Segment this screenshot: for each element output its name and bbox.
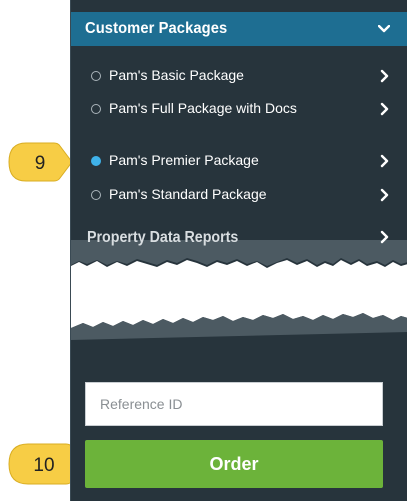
callout-9-number: 9 [35,153,46,174]
order-button[interactable]: Order [85,440,383,488]
torn-page-divider [71,240,407,360]
package-label: Pam's Full Package with Docs [109,100,297,116]
package-item-basic[interactable]: Pam's Basic Package [71,66,407,86]
package-item-full[interactable]: Pam's Full Package with Docs [71,99,407,135]
package-label: Pam's Standard Package [109,186,267,202]
chevron-down-icon[interactable] [378,25,390,33]
radio-unselected-icon[interactable] [91,190,101,200]
package-label: Pam's Premier Package [109,152,259,168]
chevron-right-icon [380,102,389,116]
property-data-reports-title: Property Data Reports [87,229,239,246]
chevron-right-icon [380,230,389,244]
package-item-premier[interactable]: Pam's Premier Package [71,151,407,171]
chevron-right-icon [380,69,389,83]
reference-id-input[interactable] [85,382,383,426]
customer-packages-title: Customer Packages [85,20,228,37]
order-panel: Customer Packages Pam's Basic Package Pa… [70,0,407,501]
package-label: Pam's Basic Package [109,67,244,83]
radio-unselected-icon[interactable] [91,71,101,81]
property-data-reports-header[interactable]: Property Data Reports [71,225,407,255]
chevron-right-icon [380,154,389,168]
callout-9: 9 [8,142,73,182]
customer-packages-header[interactable]: Customer Packages [71,12,407,46]
chevron-right-icon [380,188,389,202]
package-item-standard[interactable]: Pam's Standard Package [71,185,407,205]
callout-10-number: 10 [33,455,54,476]
radio-selected-icon[interactable] [91,156,101,166]
